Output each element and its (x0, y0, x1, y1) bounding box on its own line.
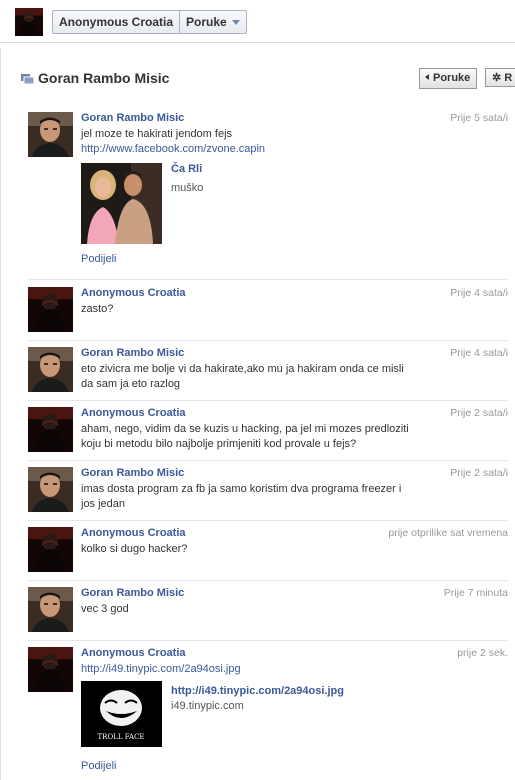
message-time: Prije 5 sata/i (450, 112, 508, 124)
avatar[interactable] (28, 527, 73, 572)
attachment-image[interactable]: TROLL FACE (81, 681, 162, 747)
message-text: jel moze te hakirati jendom fejs http://… (81, 127, 411, 157)
message-time: Prije 2 sata/i (450, 407, 508, 419)
message-text: imas dosta program za fb ja samo koristi… (81, 483, 402, 510)
message-time: prije otprilike sat vremena (388, 527, 508, 539)
attachment-title[interactable]: Ča Rli (171, 163, 202, 175)
avatar[interactable] (28, 287, 73, 332)
message-item: Anonymous Croatia prije otprilike sat vr… (28, 527, 508, 581)
message-author[interactable]: Goran Rambo Misic (81, 112, 184, 124)
avatar[interactable] (28, 407, 73, 452)
message-author[interactable]: Anonymous Croatia (81, 647, 186, 659)
section-dropdown[interactable]: Poruke (180, 11, 246, 33)
message-time: Prije 7 minuta (443, 587, 508, 599)
arrow-left-icon (425, 74, 429, 80)
message-author[interactable]: Anonymous Croatia (81, 527, 186, 539)
message-item: Goran Rambo Misic Prije 4 sata/i eto ziv… (28, 347, 508, 401)
message-text: http://i49.tinypic.com/2a94osi.jpg (81, 662, 411, 677)
account-avatar[interactable] (15, 8, 43, 36)
troll-face-caption: TROLL FACE (98, 733, 145, 741)
message-text: aham, nego, vidim da se kuzis u hacking,… (81, 423, 409, 450)
back-to-messages-button[interactable]: Poruke (419, 68, 478, 89)
chevron-down-icon (231, 20, 240, 26)
account-switcher[interactable]: Anonymous Croatia Poruke (52, 10, 247, 34)
attachment-image[interactable] (81, 163, 162, 244)
attachment-subtitle: i49.tinypic.com (171, 700, 244, 712)
share-link[interactable]: Podijeli (81, 253, 116, 265)
message-text: eto zivicra me bolje vi da hakirate,ako … (81, 363, 404, 390)
message-item: Goran Rambo Misic Prije 7 minuta vec 3 g… (28, 587, 508, 641)
share-link[interactable]: Podijeli (81, 760, 116, 772)
message-link[interactable]: http://www.facebook.com/zvone.capin (81, 143, 265, 155)
message-time: Prije 2 sata/i (450, 467, 508, 479)
message-text: kolko si dugo hacker? (81, 543, 188, 555)
message-time: prije 2 sek. (457, 647, 508, 659)
message-author[interactable]: Anonymous Croatia (81, 407, 186, 419)
avatar[interactable] (28, 347, 73, 392)
avatar[interactable] (28, 587, 73, 632)
back-button-label: Poruke (433, 72, 471, 84)
avatar[interactable] (28, 467, 73, 512)
message-author[interactable]: Anonymous Croatia (81, 287, 186, 299)
avatar[interactable] (28, 112, 73, 157)
message-item: Anonymous Croatia Prije 2 sata/i aham, n… (28, 407, 508, 461)
conversation-page: Goran Rambo Misic Poruke ✲ R Goran Rambo… (0, 48, 515, 780)
message-author[interactable]: Goran Rambo Misic (81, 587, 184, 599)
attachment-title[interactable]: http://i49.tinypic.com/2a94osi.jpg (171, 685, 344, 697)
attachment-subtitle: muško (171, 182, 204, 194)
message-time: Prije 4 sata/i (450, 347, 508, 359)
message-time: Prije 4 sata/i (450, 287, 508, 299)
message-icon (21, 74, 34, 84)
actions-button[interactable]: ✲ R (485, 68, 515, 87)
account-name-button[interactable]: Anonymous Croatia (53, 11, 181, 33)
actions-button-label: R (504, 72, 513, 84)
avatar[interactable] (28, 647, 73, 692)
message-item: Anonymous Croatia prije 2 sek. http://i4… (28, 647, 508, 777)
message-item: Anonymous Croatia Prije 4 sata/i zasto? (28, 287, 508, 341)
section-label: Poruke (186, 15, 227, 29)
message-text-body: jel moze te hakirati jendom fejs (81, 128, 233, 140)
message-text: vec 3 god (81, 603, 129, 615)
message-item: Goran Rambo Misic Prije 2 sata/i imas do… (28, 467, 508, 521)
gear-icon: ✲ (492, 72, 502, 84)
top-bar: Anonymous Croatia Poruke (0, 0, 515, 43)
message-link[interactable]: http://i49.tinypic.com/2a94osi.jpg (81, 663, 241, 675)
message-author[interactable]: Goran Rambo Misic (81, 347, 184, 359)
conversation-title: Goran Rambo Misic (21, 70, 169, 86)
message-item: Goran Rambo Misic Prije 5 sata/i jel moz… (28, 112, 508, 280)
conversation-title-text: Goran Rambo Misic (38, 70, 170, 86)
message-author[interactable]: Goran Rambo Misic (81, 467, 184, 479)
message-text: zasto? (81, 303, 114, 315)
